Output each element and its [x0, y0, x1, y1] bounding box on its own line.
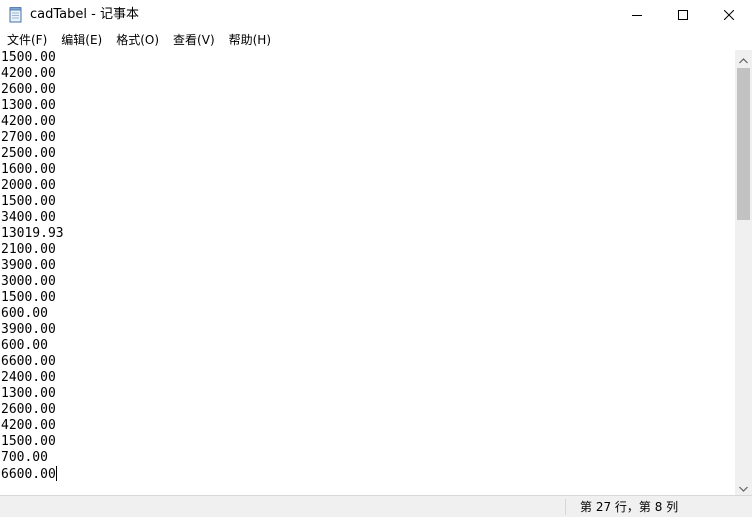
- menu-edit[interactable]: 编辑(E): [54, 30, 109, 50]
- notepad-icon[interactable]: [9, 7, 23, 23]
- text-line: 2600.00: [1, 402, 56, 417]
- text-line: 2000.00: [1, 178, 56, 193]
- text-line: 2700.00: [1, 130, 56, 145]
- text-line: 2400.00: [1, 370, 56, 385]
- minimize-button[interactable]: [614, 0, 660, 30]
- text-line: 700.00: [1, 450, 48, 465]
- menu-help[interactable]: 帮助(H): [222, 30, 278, 50]
- text-line: 6600.00: [1, 354, 56, 369]
- menu-format[interactable]: 格式(O): [109, 30, 166, 50]
- text-line: 1600.00: [1, 162, 56, 177]
- status-divider: [565, 499, 566, 515]
- text-line: 13019.93: [1, 226, 64, 241]
- scroll-down-button[interactable]: [735, 478, 752, 495]
- window-title: cadTabel - 记事本: [30, 7, 139, 22]
- menu-view[interactable]: 查看(V): [166, 30, 222, 50]
- minimize-icon: [632, 10, 642, 20]
- close-icon: [724, 10, 734, 20]
- menu-file[interactable]: 文件(F): [0, 30, 54, 50]
- text-line: 3000.00: [1, 274, 56, 289]
- text-line: 2500.00: [1, 146, 56, 161]
- text-editor[interactable]: 1500.00 4200.00 2600.00 1300.00 4200.00 …: [0, 50, 735, 495]
- text-line: 1500.00: [1, 290, 56, 305]
- text-line: 1300.00: [1, 98, 56, 113]
- text-line: 4200.00: [1, 418, 56, 433]
- text-line: 4200.00: [1, 114, 56, 129]
- status-bar: 第 27 行，第 8 列: [0, 495, 752, 517]
- text-line: 1300.00: [1, 386, 56, 401]
- text-line: 3400.00: [1, 210, 56, 225]
- text-line: 3900.00: [1, 258, 56, 273]
- title-bar[interactable]: cadTabel - 记事本: [0, 0, 752, 30]
- text-caret: [55, 466, 57, 481]
- text-line-last: 6600.00: [0, 466, 735, 482]
- text-line: 2600.00: [1, 82, 56, 97]
- text-line: 2100.00: [1, 242, 56, 257]
- close-button[interactable]: [706, 0, 752, 30]
- chevron-up-icon: [739, 49, 748, 68]
- text-line: 3900.00: [1, 322, 56, 337]
- chevron-down-icon: [739, 477, 748, 496]
- maximize-button[interactable]: [660, 0, 706, 30]
- cursor-position: 第 27 行，第 8 列: [580, 500, 679, 514]
- text-line: 600.00: [1, 306, 48, 321]
- text-line: 1500.00: [1, 434, 56, 449]
- text-line: 1500.00: [1, 194, 56, 209]
- text-line: 600.00: [1, 338, 48, 353]
- scroll-up-button[interactable]: [735, 50, 752, 67]
- maximize-icon: [678, 10, 688, 20]
- vertical-scrollbar[interactable]: [735, 50, 752, 495]
- notepad-window: cadTabel - 记事本 文件(F) 编辑(E) 格式(O) 查看(V) 帮…: [0, 0, 752, 517]
- text-line: 1500.00: [1, 50, 56, 65]
- menu-bar: 文件(F) 编辑(E) 格式(O) 查看(V) 帮助(H): [0, 30, 752, 50]
- text-line-content: 6600.00: [1, 467, 56, 482]
- text-line: 4200.00: [1, 66, 56, 81]
- scrollbar-thumb[interactable]: [737, 68, 750, 220]
